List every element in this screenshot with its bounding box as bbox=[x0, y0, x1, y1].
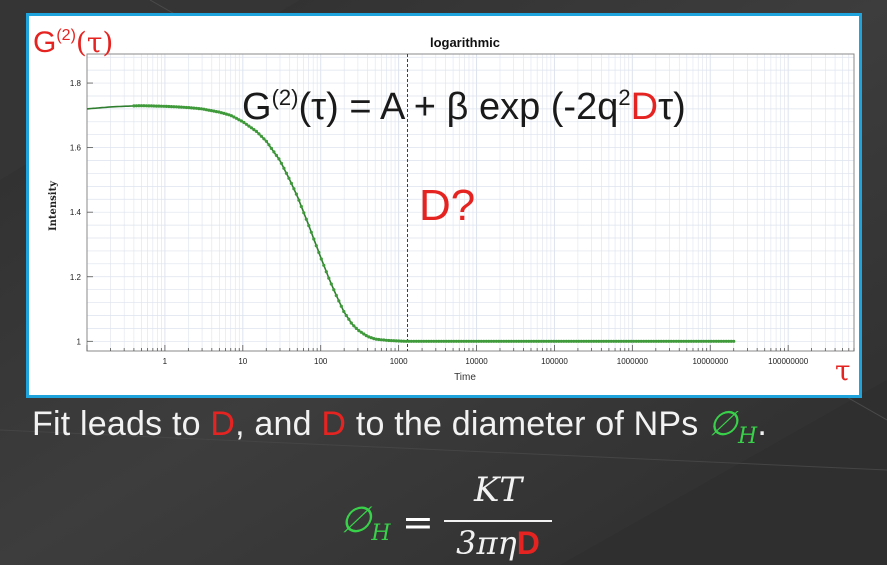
data-point bbox=[294, 192, 298, 196]
data-point bbox=[262, 137, 266, 141]
data-point bbox=[317, 250, 321, 254]
data-point bbox=[292, 187, 296, 191]
data-point bbox=[302, 211, 306, 215]
caption-d2: D bbox=[321, 405, 347, 443]
data-point bbox=[274, 153, 278, 157]
y-tick-label: 1 bbox=[77, 337, 82, 346]
data-point bbox=[344, 313, 348, 318]
data-point bbox=[319, 257, 323, 261]
data-point bbox=[334, 293, 338, 298]
data-point bbox=[254, 129, 258, 133]
fit-curve bbox=[86, 104, 734, 343]
formula-numerator: KT bbox=[473, 470, 523, 510]
data-point bbox=[269, 146, 273, 150]
question-d-label: D? bbox=[419, 181, 475, 230]
caption-part3: to the diameter of NPs bbox=[346, 405, 709, 443]
data-point bbox=[732, 339, 736, 343]
caption-phi: ∅H bbox=[708, 404, 758, 449]
corner-g2-label: G(2)(τ) bbox=[33, 26, 113, 59]
data-point bbox=[354, 326, 358, 330]
data-point bbox=[267, 143, 271, 147]
x-tick-label: 100000 bbox=[541, 357, 568, 366]
x-tick-label: 1 bbox=[163, 357, 168, 366]
y-tick-label: 1.2 bbox=[70, 273, 82, 282]
data-point bbox=[327, 276, 331, 280]
data-point bbox=[309, 230, 313, 234]
data-point bbox=[312, 237, 316, 241]
plot-panel: 1 1.2 1.4 1.6 1.8 1 10 100 1000 10000 100000 100000… bbox=[26, 13, 862, 398]
data-point bbox=[342, 309, 346, 314]
data-point bbox=[314, 244, 318, 248]
formula-phi: ∅H bbox=[340, 500, 391, 547]
y-tick-label: 1.4 bbox=[70, 208, 82, 217]
y-tick-label: 1.8 bbox=[70, 79, 82, 88]
data-point bbox=[279, 161, 283, 165]
data-point bbox=[324, 270, 328, 274]
caption-period: . bbox=[757, 405, 768, 443]
y-axis-label: Intensity bbox=[48, 180, 59, 231]
y-tick-label: 1.6 bbox=[70, 144, 82, 153]
data-point bbox=[307, 224, 311, 228]
caption-d1: D bbox=[210, 405, 236, 443]
caption-part2: , and bbox=[235, 405, 322, 443]
chart-title: logarithmic bbox=[430, 35, 500, 50]
data-point bbox=[329, 282, 333, 286]
tau-axis-symbol: τ bbox=[835, 354, 851, 387]
x-tick-label: 100000000 bbox=[768, 357, 809, 366]
formula-fraction-bar bbox=[444, 520, 552, 522]
caption-line: Fit leads to D, and D to the diameter of… bbox=[32, 404, 887, 449]
x-tick-label: 10000 bbox=[465, 357, 488, 366]
diameter-formula: ∅H = KT 3πηD bbox=[340, 470, 580, 565]
data-point bbox=[337, 299, 341, 303]
data-point bbox=[299, 204, 303, 209]
formula-equals: = bbox=[402, 500, 434, 544]
data-point bbox=[257, 132, 261, 136]
data-point bbox=[349, 321, 353, 325]
data-point bbox=[332, 288, 336, 292]
data-point bbox=[259, 134, 263, 138]
x-tick-label: 10 bbox=[238, 357, 247, 366]
data-point bbox=[289, 181, 293, 185]
data-point bbox=[297, 198, 301, 202]
x-tick-label: 1000 bbox=[390, 357, 408, 366]
data-point bbox=[277, 157, 281, 161]
x-tick-label: 100 bbox=[314, 357, 328, 366]
data-point bbox=[304, 217, 308, 221]
data-point bbox=[352, 324, 356, 328]
data-point bbox=[287, 176, 291, 180]
data-point bbox=[347, 317, 351, 321]
data-point bbox=[322, 263, 326, 267]
data-point bbox=[282, 166, 286, 170]
dls-chart: 1 1.2 1.4 1.6 1.8 1 10 100 1000 10000 100000 100000… bbox=[33, 26, 855, 387]
data-point bbox=[264, 139, 268, 143]
formula-denominator: 3πηD bbox=[456, 524, 540, 562]
caption-part1: Fit leads to bbox=[32, 405, 211, 443]
x-axis-label: Time bbox=[454, 372, 476, 383]
data-point bbox=[339, 304, 343, 308]
data-point bbox=[284, 171, 288, 175]
data-point bbox=[272, 150, 276, 154]
x-tick-label: 1000000 bbox=[617, 357, 649, 366]
x-tick-label: 10000000 bbox=[692, 357, 728, 366]
